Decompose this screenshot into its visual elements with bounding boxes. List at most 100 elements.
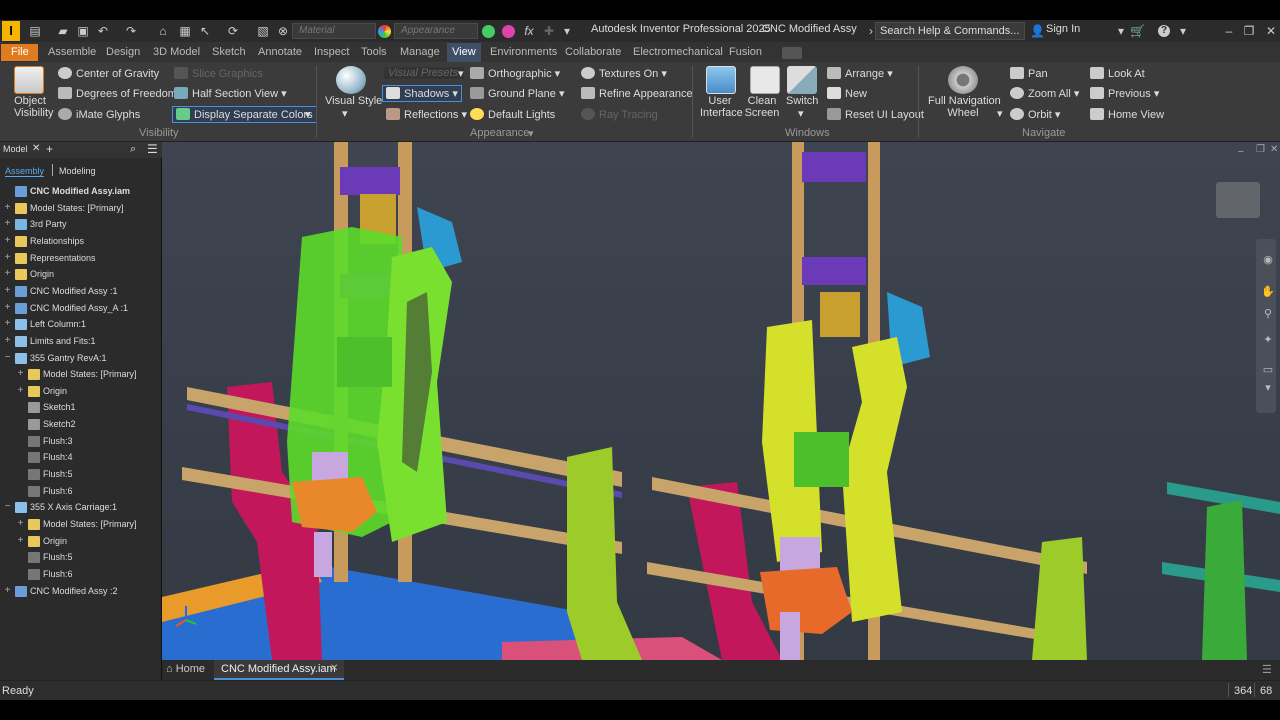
tree-node[interactable]: Flush:5	[0, 467, 162, 484]
center-of-gravity-button[interactable]: Center of Gravity	[58, 67, 159, 80]
tree-node[interactable]: − 355 X Axis Carriage:1	[0, 500, 162, 517]
visual-style-icon[interactable]	[336, 66, 366, 94]
clear-icon[interactable]	[502, 25, 515, 38]
tab-manage[interactable]: Manage	[400, 46, 440, 58]
visual-presets-combo[interactable]: Visual Presets	[384, 67, 464, 79]
tab-menu-icon[interactable]: ☰	[1262, 663, 1272, 676]
arrange-button[interactable]: Arrange ▾	[827, 67, 893, 80]
appearance-color-icon[interactable]	[378, 25, 391, 38]
tree-node[interactable]: + Origin	[0, 384, 162, 401]
project-icon[interactable]: ▦	[178, 24, 192, 38]
visual-presets-chevron-icon[interactable]: ▾	[458, 67, 464, 80]
tab-modeling[interactable]: Modeling	[59, 166, 96, 176]
tree-node[interactable]: + Origin	[0, 267, 162, 284]
tree-node[interactable]: + Model States: [Primary]	[0, 201, 162, 218]
document-tab-close-icon[interactable]: ✕	[330, 663, 338, 674]
steeringwheel-icon[interactable]: ◉	[1260, 252, 1276, 268]
look-at-tool-icon[interactable]: ▭	[1260, 362, 1276, 378]
expand-icon[interactable]: +	[3, 235, 12, 246]
tree-node[interactable]: Flush:4	[0, 450, 162, 467]
browser-menu-icon[interactable]: ☰	[147, 142, 158, 156]
expand-icon[interactable]: +	[3, 219, 12, 229]
browser-search-icon[interactable]: ⌕	[130, 143, 136, 156]
expand-icon[interactable]: +	[16, 535, 25, 546]
adjust-icon[interactable]	[482, 25, 495, 38]
tree-node[interactable]: + Representations	[0, 251, 162, 268]
orbit-tool-icon[interactable]: ✦	[1260, 332, 1276, 348]
parameters-icon[interactable]: fx	[522, 24, 536, 38]
expand-icon[interactable]: +	[3, 269, 12, 279]
tree-node[interactable]: + Left Column:1	[0, 317, 162, 334]
textures-on-button[interactable]: Textures On ▾	[581, 67, 667, 80]
ray-tracing-button[interactable]: Ray Tracing	[581, 108, 658, 121]
look-at-button[interactable]: Look At	[1090, 67, 1145, 80]
visual-style-button[interactable]: Visual Style	[325, 95, 382, 107]
tab-collaborate[interactable]: Collaborate	[565, 46, 621, 58]
tree-node[interactable]: Flush:5	[0, 550, 162, 567]
viewport-close-icon[interactable]: ✕	[1270, 144, 1278, 155]
tab-design[interactable]: Design	[106, 46, 140, 58]
tab-sketch[interactable]: Sketch	[212, 46, 246, 58]
switch-button[interactable]: Switch	[786, 95, 818, 107]
visual-style-chevron-icon[interactable]: ▾	[342, 107, 348, 120]
tab-assembly[interactable]: Assembly	[5, 166, 45, 177]
customize-nav-icon[interactable]: ▾	[1260, 380, 1276, 396]
expand-icon[interactable]: +	[3, 319, 12, 329]
display-separate-colors-dropdown-icon[interactable]: ▾	[305, 108, 311, 121]
tree-node[interactable]: +3rd Party	[0, 217, 162, 234]
tree-node[interactable]: + Relationships	[0, 234, 162, 251]
collapse-icon[interactable]: −	[3, 502, 12, 512]
collapse-icon[interactable]: −	[3, 352, 12, 363]
expand-icon[interactable]: +	[3, 285, 12, 296]
expand-icon[interactable]: +	[16, 385, 25, 396]
ground-plane-button[interactable]: Ground Plane ▾	[470, 87, 564, 100]
tab-environments[interactable]: Environments	[490, 46, 557, 58]
tab-inspect[interactable]: Inspect	[314, 46, 349, 58]
full-navigation-wheel-icon[interactable]	[948, 66, 978, 94]
browser-add-icon[interactable]: +	[46, 142, 53, 156]
reflections-button[interactable]: Reflections ▾	[386, 108, 467, 121]
cart-icon[interactable]: 🛒	[1130, 24, 1145, 38]
expand-icon[interactable]: +	[3, 335, 12, 346]
properties-icon[interactable]: ▧	[256, 24, 270, 38]
object-visibility-button[interactable]: Object Visibility	[14, 95, 54, 119]
zoom-all-button[interactable]: Zoom All ▾	[1010, 87, 1079, 100]
open-icon[interactable]: ▰	[56, 24, 70, 38]
select-icon[interactable]: ↖	[198, 24, 212, 38]
half-section-view-button[interactable]: Half Section View ▾	[174, 87, 287, 100]
orbit-button[interactable]: Orbit ▾	[1010, 108, 1060, 121]
switch-chevron-icon[interactable]: ▾	[798, 107, 804, 120]
navigation-wheel-chevron-icon[interactable]: ▾	[997, 107, 1003, 120]
tab-overflow-icon[interactable]	[782, 47, 802, 59]
update-icon[interactable]: ⟳	[226, 24, 240, 38]
reset-ui-layout-button[interactable]: Reset UI Layout	[827, 108, 924, 121]
expand-icon[interactable]: +	[16, 369, 25, 379]
browser-close-icon[interactable]: ✕	[32, 143, 40, 154]
help-icon[interactable]: ?	[1158, 25, 1170, 37]
zoom-tool-icon[interactable]: ⚲	[1260, 306, 1276, 322]
tab-view[interactable]: View	[447, 43, 481, 62]
tree-node[interactable]: Flush:6	[0, 484, 162, 501]
tree-node[interactable]: + Origin	[0, 534, 162, 551]
new-window-button[interactable]: New	[827, 87, 867, 100]
default-lights-button[interactable]: Default Lights ▾	[470, 108, 588, 121]
new-icon[interactable]: ▤	[28, 24, 42, 38]
tree-node[interactable]: + Model States: [Primary]	[0, 517, 162, 534]
close-icon[interactable]: ✕	[1264, 24, 1278, 38]
tab-file[interactable]: File	[1, 44, 38, 61]
minimize-icon[interactable]: –	[1222, 24, 1236, 38]
restore-icon[interactable]: ❐	[1242, 24, 1256, 38]
clear-override-icon[interactable]: ⊗	[276, 24, 290, 38]
tab-electromechanical[interactable]: Electromechanical	[633, 46, 723, 58]
display-separate-colors-button[interactable]: Display Separate Colors	[172, 106, 317, 123]
chevron-down-icon[interactable]: ▾	[1114, 24, 1128, 38]
customize-icon[interactable]: ▾	[560, 24, 574, 38]
appearance-combo[interactable]: Appearance	[394, 23, 478, 39]
previous-view-button[interactable]: Previous ▾	[1090, 87, 1159, 100]
save-icon[interactable]: ▣	[76, 24, 90, 38]
home-view-button[interactable]: Home View	[1090, 108, 1164, 121]
tree-node[interactable]: Flush:3	[0, 434, 162, 451]
tree-node[interactable]: − 355 Gantry RevA:1	[0, 351, 162, 368]
tab-annotate[interactable]: Annotate	[258, 46, 302, 58]
user-icon[interactable]: 👤	[1030, 24, 1045, 38]
